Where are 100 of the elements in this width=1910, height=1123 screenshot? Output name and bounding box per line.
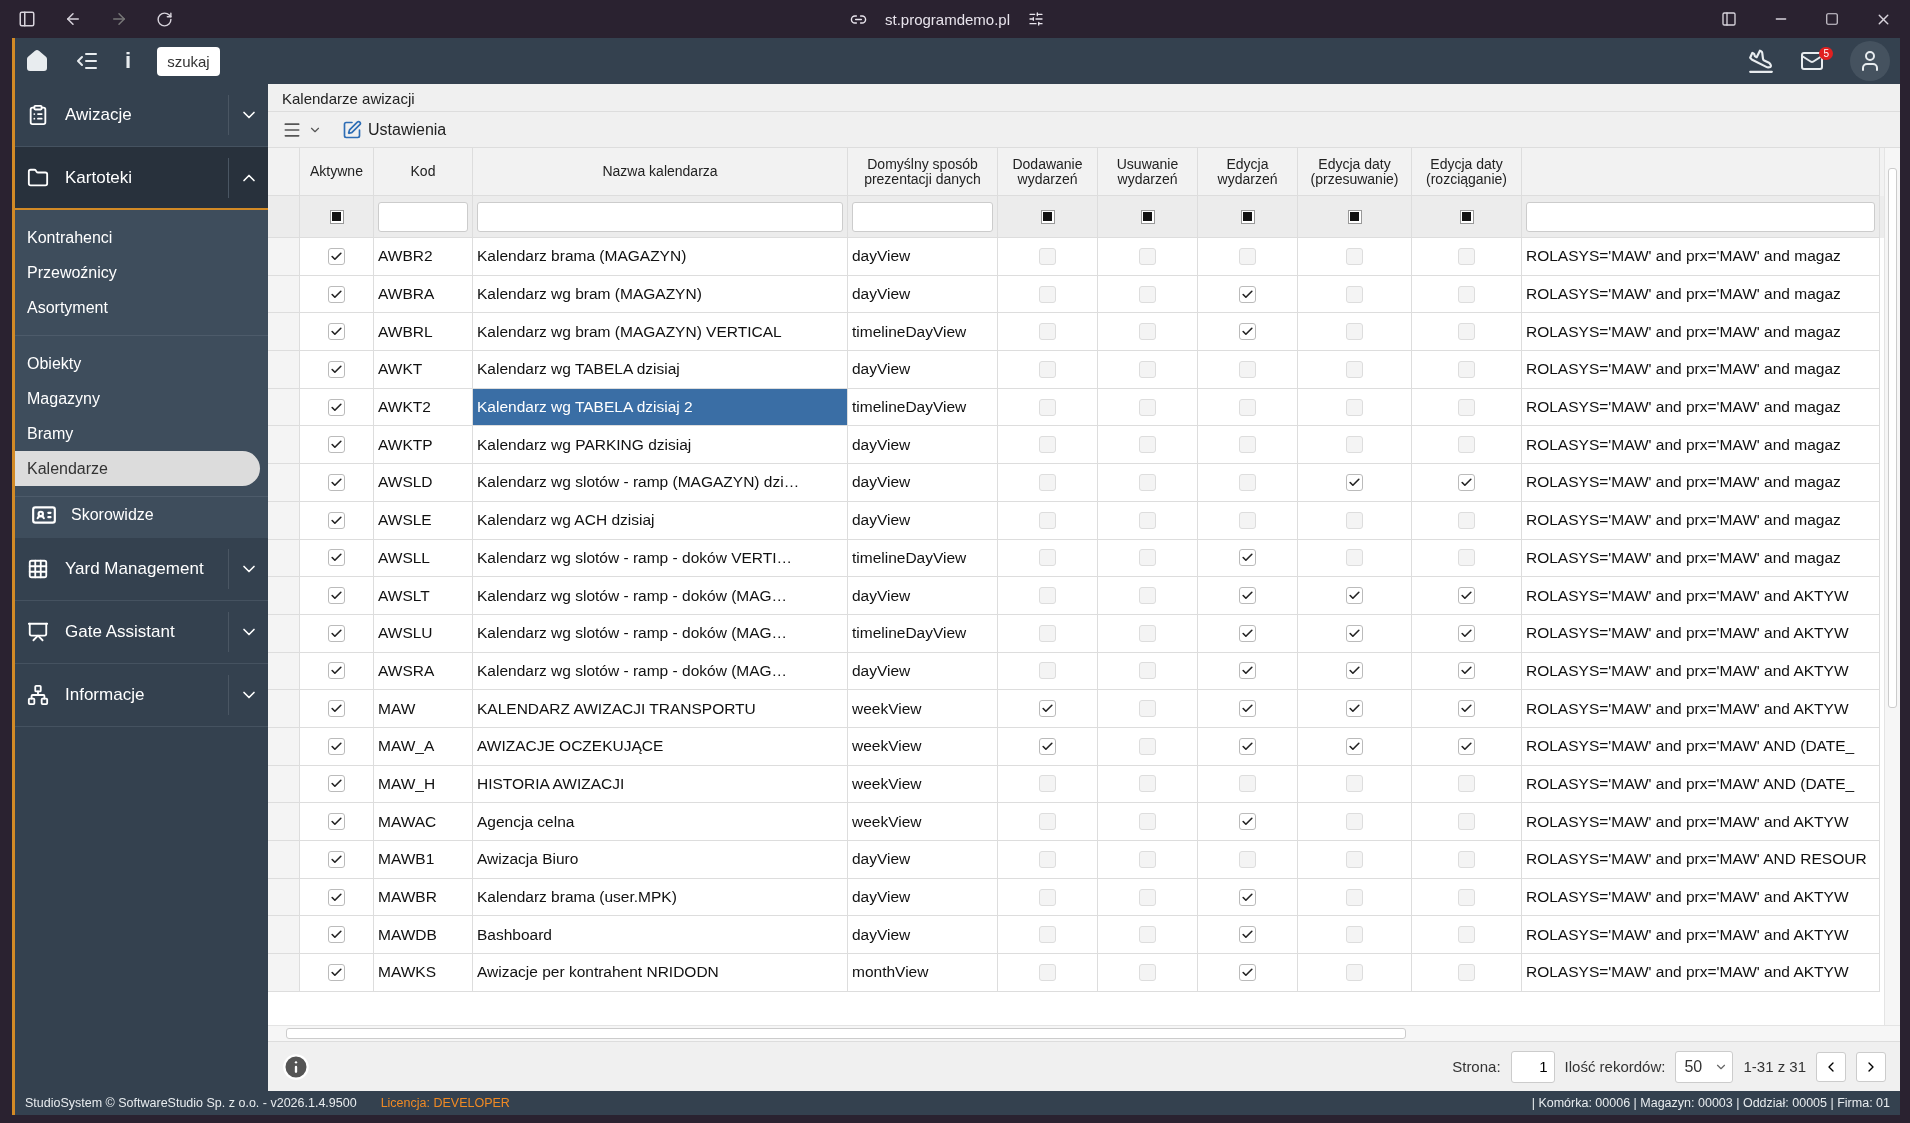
- checkbox[interactable]: [328, 360, 345, 378]
- checkbox[interactable]: [1458, 549, 1475, 567]
- checkbox[interactable]: [1239, 587, 1256, 605]
- home-icon[interactable]: [25, 49, 49, 73]
- checkbox[interactable]: [1139, 662, 1156, 680]
- filter-field[interactable]: [852, 201, 993, 232]
- checkbox[interactable]: [1139, 963, 1156, 981]
- checkbox[interactable]: [1039, 511, 1056, 529]
- checkbox[interactable]: [1139, 285, 1156, 303]
- sidebar-item[interactable]: Przewoźnicy: [15, 255, 260, 290]
- checkbox[interactable]: [1346, 624, 1363, 642]
- checkbox[interactable]: [1346, 775, 1363, 793]
- table-cell[interactable]: Awizacje per kontrahent NRIDODN: [473, 954, 848, 992]
- checkbox[interactable]: [328, 888, 345, 906]
- checkbox[interactable]: [1458, 473, 1475, 491]
- sidebar-item[interactable]: Magazyny: [15, 381, 260, 416]
- checkbox[interactable]: [1039, 323, 1056, 341]
- checkbox[interactable]: [1458, 775, 1475, 793]
- checkbox[interactable]: [1039, 473, 1056, 491]
- checkbox[interactable]: [1139, 813, 1156, 831]
- sidebar-item[interactable]: Asortyment: [15, 290, 260, 325]
- checkbox[interactable]: [1458, 247, 1475, 265]
- horizontal-scrollbar[interactable]: [268, 1025, 1900, 1041]
- checkbox[interactable]: [1346, 511, 1363, 529]
- checkbox[interactable]: [1039, 662, 1056, 680]
- back-icon[interactable]: [64, 10, 82, 28]
- checkbox[interactable]: [1458, 436, 1475, 454]
- checkbox[interactable]: [1346, 323, 1363, 341]
- checkbox[interactable]: [1139, 247, 1156, 265]
- checkbox[interactable]: [1346, 700, 1363, 718]
- checkbox[interactable]: [1139, 398, 1156, 416]
- forward-icon[interactable]: [110, 10, 128, 28]
- checkbox[interactable]: [1039, 737, 1056, 755]
- filter-checkbox[interactable]: [1040, 209, 1055, 224]
- checkbox[interactable]: [1458, 813, 1475, 831]
- checkbox[interactable]: [328, 662, 345, 680]
- checkbox[interactable]: [1239, 549, 1256, 567]
- checkbox[interactable]: [328, 850, 345, 868]
- checkbox[interactable]: [1458, 624, 1475, 642]
- checkbox[interactable]: [1346, 587, 1363, 605]
- checkbox[interactable]: [1346, 850, 1363, 868]
- checkbox[interactable]: [1346, 888, 1363, 906]
- checkbox[interactable]: [1346, 473, 1363, 491]
- checkbox[interactable]: [1346, 398, 1363, 416]
- vertical-scrollbar[interactable]: [1884, 148, 1900, 1025]
- reload-icon[interactable]: [156, 10, 173, 28]
- checkbox[interactable]: [1139, 473, 1156, 491]
- checkbox[interactable]: [1139, 511, 1156, 529]
- checkbox[interactable]: [1239, 813, 1256, 831]
- checkbox[interactable]: [1346, 813, 1363, 831]
- checkbox[interactable]: [1239, 700, 1256, 718]
- checkbox[interactable]: [328, 247, 345, 265]
- checkbox[interactable]: [328, 511, 345, 529]
- checkbox[interactable]: [1139, 700, 1156, 718]
- page-field[interactable]: 1: [1510, 1050, 1555, 1083]
- checkbox[interactable]: [1139, 436, 1156, 454]
- checkbox[interactable]: [1346, 360, 1363, 378]
- checkbox[interactable]: [1458, 285, 1475, 303]
- checkbox[interactable]: [1458, 737, 1475, 755]
- checkbox[interactable]: [1039, 398, 1056, 416]
- checkbox[interactable]: [328, 700, 345, 718]
- filter-field[interactable]: [378, 201, 468, 232]
- checkbox[interactable]: [1239, 662, 1256, 680]
- checkbox[interactable]: [1239, 285, 1256, 303]
- maximize-icon[interactable]: [1825, 12, 1839, 26]
- checkbox[interactable]: [1139, 850, 1156, 868]
- checkbox[interactable]: [1458, 963, 1475, 981]
- sidebar-item[interactable]: Skorowidze: [15, 497, 268, 532]
- sidebar-item[interactable]: Bramy: [15, 416, 260, 451]
- checkbox[interactable]: [1346, 926, 1363, 944]
- checkbox[interactable]: [328, 813, 345, 831]
- checkbox[interactable]: [1239, 926, 1256, 944]
- checkbox[interactable]: [1458, 398, 1475, 416]
- filter-checkbox[interactable]: [329, 209, 344, 224]
- table-cell[interactable]: Kalendarz brama (MAGAZYN): [473, 238, 848, 276]
- checkbox[interactable]: [328, 398, 345, 416]
- search-button[interactable]: szukaj: [157, 46, 220, 76]
- checkbox[interactable]: [1139, 549, 1156, 567]
- checkbox[interactable]: [1458, 360, 1475, 378]
- checkbox[interactable]: [1346, 436, 1363, 454]
- checkbox[interactable]: [1239, 398, 1256, 416]
- checkbox[interactable]: [328, 963, 345, 981]
- user-avatar[interactable]: [1850, 41, 1890, 81]
- filter-field[interactable]: [1526, 201, 1875, 232]
- checkbox[interactable]: [1239, 737, 1256, 755]
- checkbox[interactable]: [1346, 549, 1363, 567]
- sidebar-item[interactable]: Obiekty: [15, 346, 260, 381]
- checkbox[interactable]: [1039, 888, 1056, 906]
- checkbox[interactable]: [1458, 587, 1475, 605]
- checkbox[interactable]: [328, 549, 345, 567]
- checkbox[interactable]: [1458, 926, 1475, 944]
- checkbox[interactable]: [1139, 360, 1156, 378]
- checkbox[interactable]: [328, 624, 345, 642]
- table-cell[interactable]: Kalendarz wg slotów - ramp - doków (MAG…: [473, 577, 848, 615]
- table-cell[interactable]: Kalendarz wg TABELA dzisiaj: [473, 351, 848, 389]
- checkbox[interactable]: [1346, 662, 1363, 680]
- checkbox[interactable]: [1139, 624, 1156, 642]
- checkbox[interactable]: [1039, 813, 1056, 831]
- checkbox[interactable]: [1039, 285, 1056, 303]
- checkbox[interactable]: [1239, 360, 1256, 378]
